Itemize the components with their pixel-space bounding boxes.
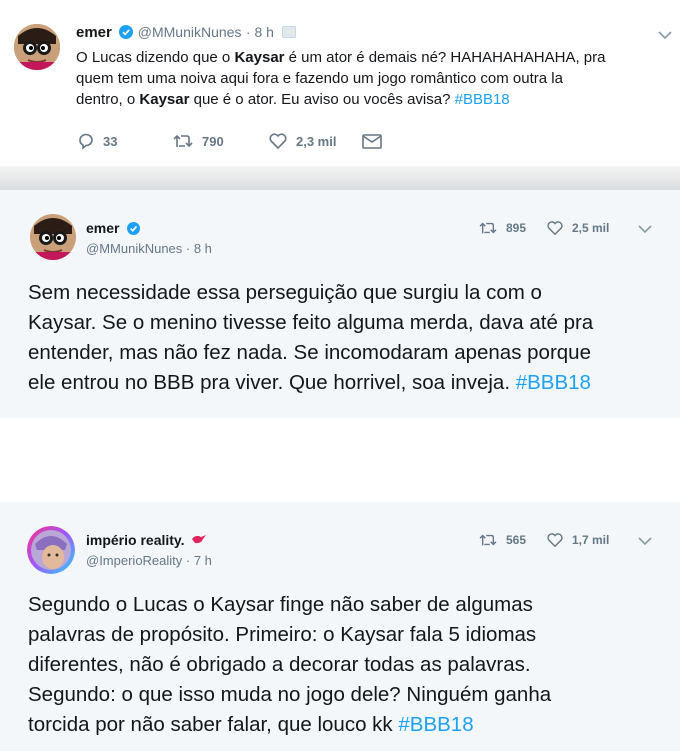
tweet-text: Sem necessidade essa perseguição que sur…	[28, 278, 668, 398]
tweet-text-line: Segundo: o que isso muda no jogo dele? N…	[28, 683, 552, 706]
like-button[interactable]: 1,7 mil	[546, 532, 609, 548]
reply-button[interactable]: 33	[77, 132, 117, 150]
verified-icon	[126, 222, 140, 235]
avatar[interactable]	[14, 24, 60, 70]
tweet-text-bold: Kaysar	[234, 49, 285, 66]
tweet-text-line: Segundo o Lucas o Kaysar finge não saber…	[28, 593, 533, 616]
tweet-card-2[interactable]: emer @MMunikNunes · 8 h 895 2,5 mil Sem …	[0, 190, 680, 418]
tweet-header: império reality.	[86, 532, 207, 550]
retweet-count: 790	[202, 133, 224, 149]
retweet-icon	[173, 134, 193, 148]
like-count: 1,7 mil	[572, 533, 610, 547]
retweet-button[interactable]: 895	[478, 220, 526, 236]
like-count: 2,5 mil	[572, 221, 610, 235]
avatar-illustration	[27, 526, 75, 574]
retweet-count: 895	[506, 221, 527, 235]
like-icon	[547, 221, 563, 236]
tweet-text-segment: que é o ator. Eu aviso ou vocês avisa?	[189, 91, 455, 108]
tweet-text-segment: dentro, o	[76, 91, 140, 108]
retweet-button[interactable]: 565	[478, 532, 526, 548]
avatar-illustration	[14, 24, 60, 70]
spacer	[0, 418, 680, 502]
retweet-count: 565	[506, 533, 527, 547]
author-name[interactable]: império reality.	[86, 532, 185, 548]
tweet-card-3[interactable]: império reality. @ImperioReality · 7 h 5…	[0, 502, 680, 751]
tweet-text-line: torcida por não saber falar, que louco k…	[28, 713, 399, 736]
reply-icon	[79, 133, 93, 150]
tweet-header: emer @MMunikNunes · 8 h	[76, 24, 297, 42]
tweet-text-line: Kaysar. Se o menino tivesse feito alguma…	[28, 311, 594, 334]
chevron-down-icon[interactable]	[658, 30, 672, 40]
like-icon	[269, 133, 287, 150]
translate-icon	[282, 26, 297, 38]
chevron-down-icon[interactable]	[638, 224, 652, 234]
tweet-text: Segundo o Lucas o Kaysar finge não saber…	[28, 590, 668, 740]
chevron-down-icon[interactable]	[638, 536, 652, 546]
retweet-icon	[479, 534, 497, 546]
retweet-icon	[479, 222, 497, 234]
author-handle[interactable]: @ImperioReality · 7 h	[86, 553, 212, 568]
like-button[interactable]: 2,5 mil	[546, 220, 609, 236]
tweet-text-segment: O Lucas dizendo que o	[76, 49, 235, 66]
tweet-header: emer	[86, 220, 140, 238]
author-handle[interactable]: @MMunikNunes	[138, 24, 242, 40]
bird-emoji-icon	[192, 535, 207, 544]
tweet-text-line: ele entrou no BBB pra viver. Que horrive…	[28, 371, 516, 394]
screenshot-divider	[0, 166, 680, 190]
tweet-time[interactable]: · 8 h	[246, 24, 274, 40]
reply-count: 33	[103, 133, 118, 149]
tweet-card-1[interactable]: emer @MMunikNunes · 8 h O Lucas dizendo …	[0, 0, 680, 166]
avatar-illustration	[30, 214, 76, 260]
hashtag-link[interactable]: #BBB18	[455, 91, 510, 108]
hashtag-link[interactable]: #BBB18	[398, 713, 473, 736]
like-count: 2,3 mil	[296, 133, 337, 149]
tweet-text: O Lucas dizendo que o Kaysar é um ator é…	[76, 47, 676, 110]
like-icon	[547, 533, 563, 548]
hashtag-link[interactable]: #BBB18	[516, 371, 591, 394]
message-icon[interactable]	[362, 134, 382, 149]
tweet-text-bold: Kaysar	[139, 91, 190, 108]
tweet-text-line: quem tem uma noiva aqui fora e fazendo u…	[76, 70, 563, 87]
tweet-text-line: entender, mas não fez nada. Se incomodar…	[28, 341, 591, 364]
tweet-text-segment: é um ator é demais né? HAHAHAHAHAHA, pra	[284, 49, 606, 66]
like-button[interactable]: 2,3 mil	[268, 132, 336, 150]
verified-icon	[119, 25, 134, 39]
author-handle[interactable]: @MMunikNunes · 8 h	[86, 241, 212, 256]
retweet-button[interactable]: 790	[172, 132, 224, 150]
author-name[interactable]: emer	[76, 24, 112, 41]
tweet-text-line: diferentes, não é obrigado a decorar tod…	[28, 653, 531, 676]
avatar[interactable]	[27, 526, 75, 574]
tweet-text-line: Sem necessidade essa perseguição que sur…	[28, 281, 542, 304]
tweet-text-line: palavras de propósito. Primeiro: o Kaysa…	[28, 623, 537, 646]
avatar[interactable]	[30, 214, 76, 260]
author-name[interactable]: emer	[86, 220, 119, 236]
